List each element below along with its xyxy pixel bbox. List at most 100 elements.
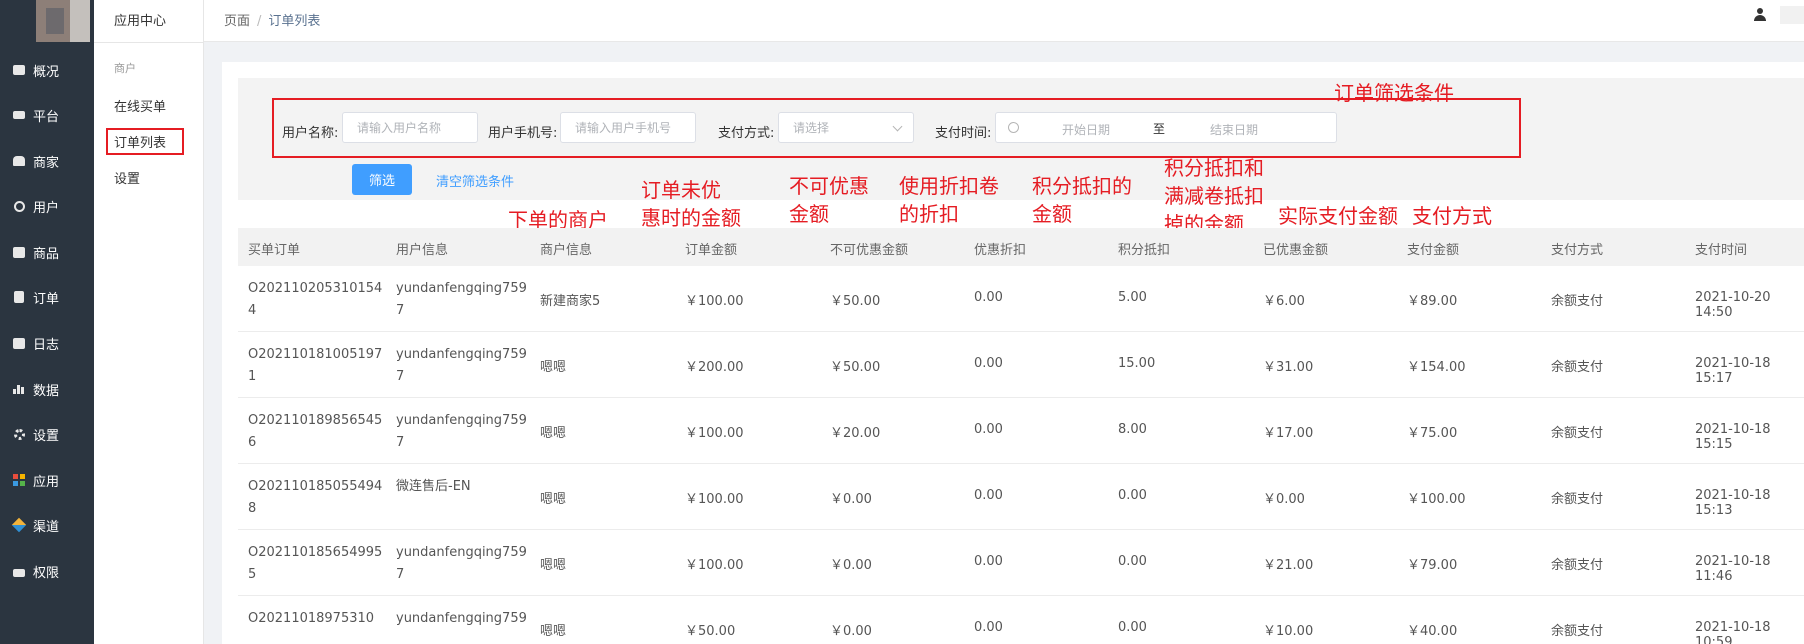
sidebar-item-platform[interactable]: 平台 [0,101,94,129]
column-header: 商户信息 [540,243,593,258]
cell-user: yundanfengqing7597 [396,545,527,582]
sidebar-item-overview[interactable]: 概况 [0,56,94,84]
cell-points: 0.00 [1118,554,1147,569]
annotation-points: 积分抵扣的 金额 [1032,174,1132,226]
cell-points: 0.00 [1118,620,1147,635]
clear-filter-link[interactable]: 清空筛选条件 [436,171,514,190]
column-header: 订单金额 [685,243,738,258]
sub-sidebar-item-online-pay[interactable]: 在线买单 [114,96,166,115]
cell-nondisc: ￥50.00 [830,360,881,375]
column-header: 支付方式 [1551,243,1604,258]
cell-merchant: 新建商家5 [540,294,601,309]
cell-amount: ￥50.00 [685,624,736,639]
sidebar-item-permission[interactable]: 权限 [0,557,94,585]
sidebar-item-user[interactable]: 用户 [0,192,94,220]
main-sidebar: 概况 平台 商家 用户 商品 订单 日志 数据 设置 应用 渠道 权限 [0,0,94,644]
cell-saved: ￥0.00 [1263,492,1305,507]
cell-discount: 0.00 [974,554,1003,569]
annotation-original-amount: 订单未优 惠时的金额 [641,178,741,230]
sidebar-item-label: 用户 [33,200,60,216]
filter-highlight-box [272,98,1521,158]
cell-nondisc: ￥0.00 [830,558,872,573]
cell-discount: 0.00 [974,488,1003,503]
cell-discount: 0.00 [974,422,1003,437]
filter-panel: 用户名称: 请输入用户名称 用户手机号: 请输入用户手机号 支付方式: 请选择 … [238,78,1804,200]
dashboard-icon [12,63,26,77]
user-avatar-icon[interactable] [1754,8,1766,22]
sidebar-item-label: 权限 [33,565,60,581]
store-icon [12,154,26,168]
sidebar-item-settings[interactable]: 设置 [0,420,94,448]
cell-paid: ￥154.00 [1407,360,1466,375]
cell-order: O2021101850554948 [248,479,383,516]
cell-time: 2021-10-18 15:15 [1695,422,1771,452]
cell-amount: ￥100.00 [685,426,744,441]
sidebar-item-apps[interactable]: 应用 [0,466,94,494]
cell-discount: 0.00 [974,356,1003,371]
cell-method: 余额支付 [1551,624,1604,639]
table-row[interactable]: O2021101856549955 yundanfengqing7597 嗯嗯 ￥10… [238,530,1804,596]
log-icon [12,336,26,350]
cell-amount: ￥100.00 [685,492,744,507]
breadcrumb-root[interactable]: 页面 [224,14,250,29]
content-card: 用户名称: 请输入用户名称 用户手机号: 请输入用户手机号 支付方式: 请选择 … [222,62,1804,644]
cell-time: 2021-10-18 15:13 [1695,488,1771,518]
cell-merchant: 嗯嗯 [540,558,567,573]
cell-nondisc: ￥20.00 [830,426,881,441]
column-header: 买单订单 [248,243,301,258]
sub-sidebar-item-settings[interactable]: 设置 [114,168,140,187]
table-header: 买单订单 用户信息 商户信息 订单金额 不可优惠金额 优惠折扣 积分抵扣 已优惠… [238,228,1804,266]
table-row[interactable]: O2021102053101544 yundanfengqing7597 新建商家5… [238,266,1804,332]
column-header: 支付时间 [1695,243,1748,258]
cell-saved: ￥17.00 [1263,426,1314,441]
goods-icon [12,245,26,259]
divider [94,42,204,43]
column-header: 支付金额 [1407,243,1460,258]
sidebar-item-data[interactable]: 数据 [0,375,94,403]
cell-points: 15.00 [1118,356,1156,371]
cell-method: 余额支付 [1551,492,1604,507]
sub-sidebar-title: 应用中心 [114,14,167,29]
annotation-actual-paid: 实际支付金额 [1278,204,1398,228]
cell-points: 5.00 [1118,290,1147,305]
cell-order: O2021102053101544 [248,281,383,318]
sidebar-item-channel[interactable]: 渠道 [0,511,94,539]
sidebar-item-log[interactable]: 日志 [0,329,94,357]
column-header: 用户信息 [396,243,449,258]
cell-merchant: 嗯嗯 [540,624,567,639]
cell-time: 2021-10-18 10:59 [1695,620,1771,644]
cell-amount: ￥100.00 [685,558,744,573]
filter-button[interactable]: 筛选 [352,164,412,195]
sidebar-item-merchant[interactable]: 商家 [0,147,94,175]
logo [10,0,90,42]
cell-user: yundanfengqing7597 [396,281,527,318]
cell-order: O2021101856549955 [248,545,383,582]
chart-icon [12,382,26,396]
highlight-box [106,128,184,155]
cell-paid: ￥100.00 [1407,492,1466,507]
cell-nondisc: ￥0.00 [830,492,872,507]
sidebar-item-goods[interactable]: 商品 [0,238,94,266]
table-row[interactable]: O2021101898565456 yundanfengqing7597 嗯嗯 ￥10… [238,398,1804,464]
sidebar-item-label: 商品 [33,246,60,262]
top-header: 页面 / 订单列表 [204,0,1804,42]
gear-icon [12,427,26,441]
table-row[interactable]: O2021101810051971 yundanfengqing7597 嗯嗯 ￥20… [238,332,1804,398]
user-name[interactable] [1780,6,1804,24]
cell-method: 余额支付 [1551,294,1604,309]
sidebar-item-label: 平台 [33,109,60,125]
monitor-icon [12,108,26,122]
sidebar-item-label: 订单 [33,291,60,307]
cell-paid: ￥75.00 [1407,426,1458,441]
apps-icon [12,473,26,487]
table-row[interactable]: O2021101850554948 微连售后-EN 嗯嗯 ￥100.00 ￥0.00 0.… [238,464,1804,530]
cell-merchant: 嗯嗯 [540,360,567,375]
cell-order: O20211018975310 [248,611,375,626]
cell-points: 0.00 [1118,488,1147,503]
breadcrumb: 页面 / 订单列表 [224,10,320,29]
table-row[interactable]: O20211018975310 yundanfengqing759 嗯嗯 ￥50.00… [238,596,1804,644]
user-icon [12,199,26,213]
column-header: 不可优惠金额 [830,243,909,258]
sidebar-item-label: 设置 [33,428,60,444]
sidebar-item-order[interactable]: 订单 [0,283,94,311]
